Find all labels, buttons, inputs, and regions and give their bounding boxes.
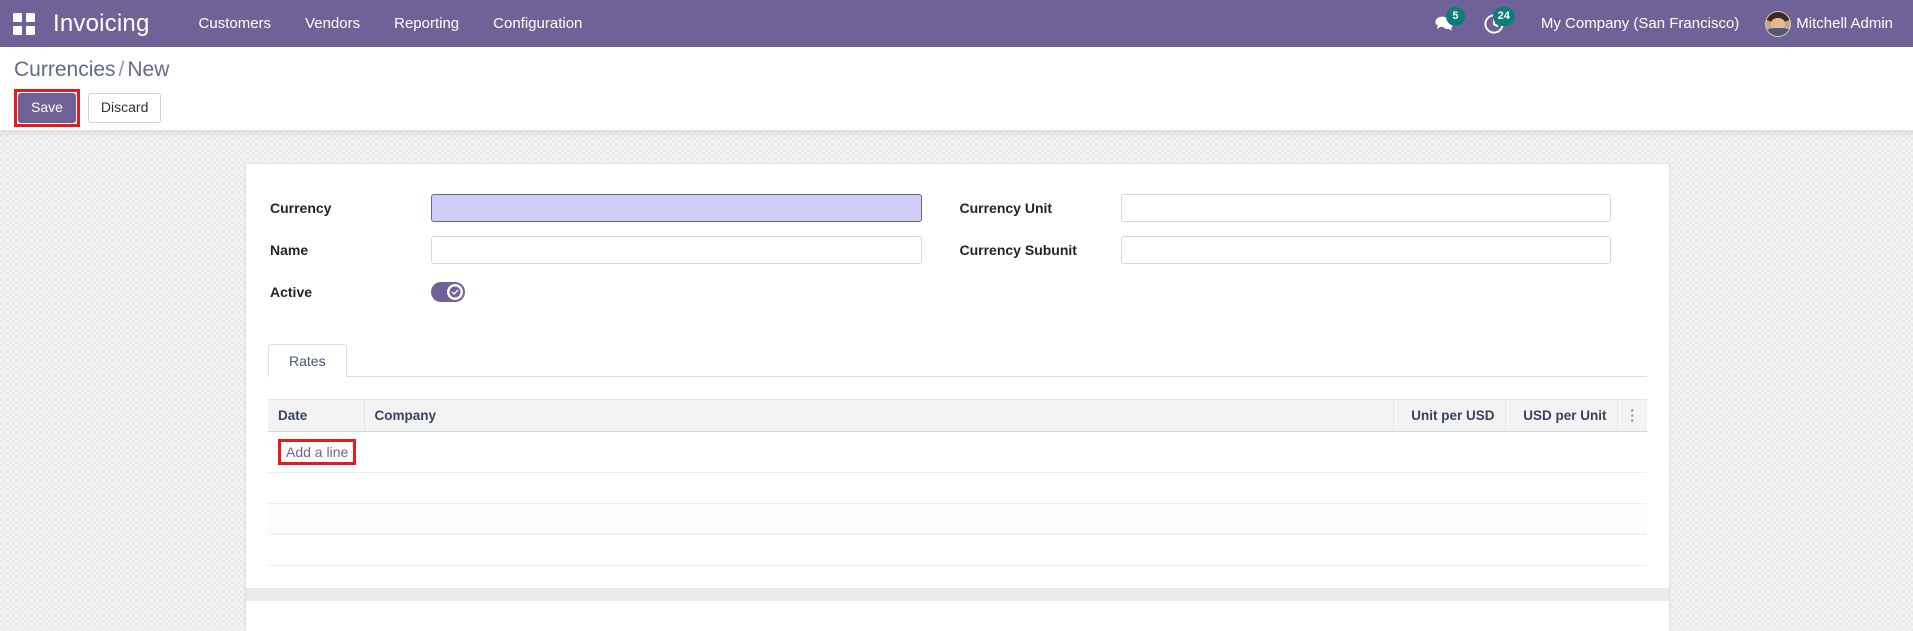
value-currency-unit — [1120, 194, 1611, 223]
form-view-background: Currency Name Active Currency Unit Curre… — [0, 131, 1913, 631]
apps-grid-square — [13, 25, 22, 35]
form-group-right: Currency Unit Currency Subunit — [958, 191, 1648, 317]
value-name — [431, 236, 922, 265]
breadcrumb: Currencies / New — [0, 57, 1913, 82]
list-filler-cell — [268, 472, 1647, 505]
save-button[interactable]: Save — [18, 92, 76, 123]
menu-customers[interactable]: Customers — [182, 0, 289, 47]
breadcrumb-separator: / — [118, 58, 125, 81]
field-row-currency: Currency — [268, 191, 922, 225]
field-row-active: Active — [268, 275, 922, 309]
label-name: Name — [270, 242, 309, 259]
company-switcher[interactable]: My Company (San Francisco) — [1519, 15, 1755, 32]
activities-count-badge: 24 — [1492, 7, 1515, 26]
menu-configuration[interactable]: Configuration — [476, 0, 599, 47]
field-row-name: Name — [268, 233, 922, 267]
rates-list-header: Date Company Unit per USD USD per Unit ⋮ — [268, 399, 1647, 433]
column-header-unit-per-usd[interactable]: Unit per USD — [1392, 399, 1505, 433]
currency-subunit-input[interactable] — [1120, 236, 1611, 265]
apps-grid-square — [13, 12, 22, 22]
currency-input[interactable] — [431, 194, 922, 223]
active-toggle[interactable] — [431, 282, 465, 303]
list-filler-cell — [268, 534, 1647, 567]
avatar-body — [1766, 28, 1791, 36]
add-a-line-cell: Add a line — [268, 431, 1647, 474]
add-a-line-button[interactable]: Add a line — [283, 443, 352, 462]
menu-vendors[interactable]: Vendors — [288, 0, 377, 47]
app-brand-invoicing[interactable]: Invoicing — [47, 10, 156, 38]
column-header-date[interactable]: Date — [268, 399, 364, 433]
list-filler-row — [268, 472, 1647, 505]
label-active: Active — [270, 284, 313, 301]
vertical-dots-icon[interactable]: ⋮ — [1616, 399, 1647, 433]
menu-reporting[interactable]: Reporting — [377, 0, 476, 47]
add-a-line-highlight: Add a line — [278, 439, 357, 466]
list-blank-cell — [268, 503, 1647, 536]
list-filler-row — [268, 534, 1647, 567]
avatar — [1765, 10, 1792, 37]
apps-grid-square — [26, 12, 35, 22]
user-menu[interactable]: Mitchell Admin — [1755, 0, 1901, 47]
activity-clock-icon[interactable]: 24 — [1469, 0, 1519, 47]
top-navbar: Invoicing Customers Vendors Reporting Co… — [0, 0, 1913, 47]
label-currency: Currency — [270, 200, 332, 217]
discard-button[interactable]: Discard — [87, 92, 162, 123]
column-header-company[interactable]: Company — [363, 399, 1393, 433]
user-name-label: Mitchell Admin — [1796, 15, 1893, 32]
record-action-buttons: Save Discard — [0, 88, 1913, 127]
notebook: Rates Date Company Unit per USD USD per … — [268, 343, 1647, 567]
form-group-left: Currency Name Active — [268, 191, 958, 317]
add-a-line-row: Add a line — [268, 431, 1647, 474]
messages-count-badge: 5 — [1445, 7, 1465, 26]
apps-grid-square — [26, 25, 35, 35]
systray: 5 24 My Company (San Francisco) Mitchell… — [1419, 0, 1913, 47]
tab-rates[interactable]: Rates — [268, 344, 347, 378]
optional-columns-dots: ⋮ — [1624, 407, 1640, 425]
table-header-row: Date Company Unit per USD USD per Unit ⋮ — [268, 399, 1647, 433]
field-row-currency-unit: Currency Unit — [958, 191, 1611, 225]
column-header-usd-per-unit[interactable]: USD per Unit — [1504, 399, 1617, 433]
rates-list: Date Company Unit per USD USD per Unit ⋮ — [268, 399, 1647, 567]
rates-list-body: Add a line — [268, 431, 1647, 567]
label-currency-unit: Currency Unit — [959, 200, 1053, 217]
breadcrumb-currencies[interactable]: Currencies — [14, 58, 116, 81]
sheet-footer-bar — [246, 588, 1669, 602]
name-input[interactable] — [431, 236, 922, 265]
apps-grid-icon[interactable] — [13, 12, 35, 35]
breadcrumb-current: New — [127, 58, 170, 81]
value-currency — [431, 194, 922, 223]
save-button-highlight: Save — [14, 88, 80, 127]
notebook-tabs: Rates — [268, 343, 1647, 378]
form-groups: Currency Name Active Currency Unit Curre… — [268, 191, 1647, 317]
main-menu: Customers Vendors Reporting Configuratio… — [182, 0, 600, 47]
list-blank-row — [268, 503, 1647, 536]
label-currency-subunit: Currency Subunit — [959, 242, 1077, 259]
control-panel: Currencies / New Save Discard — [0, 47, 1913, 132]
value-active — [431, 282, 922, 303]
field-row-currency-subunit: Currency Subunit — [958, 233, 1611, 267]
value-currency-subunit — [1120, 236, 1611, 265]
messages-icon[interactable]: 5 — [1419, 0, 1469, 47]
record-sheet: Currency Name Active Currency Unit Curre… — [245, 163, 1670, 631]
toggle-knob-check-icon — [447, 284, 463, 301]
currency-unit-input[interactable] — [1120, 194, 1611, 223]
